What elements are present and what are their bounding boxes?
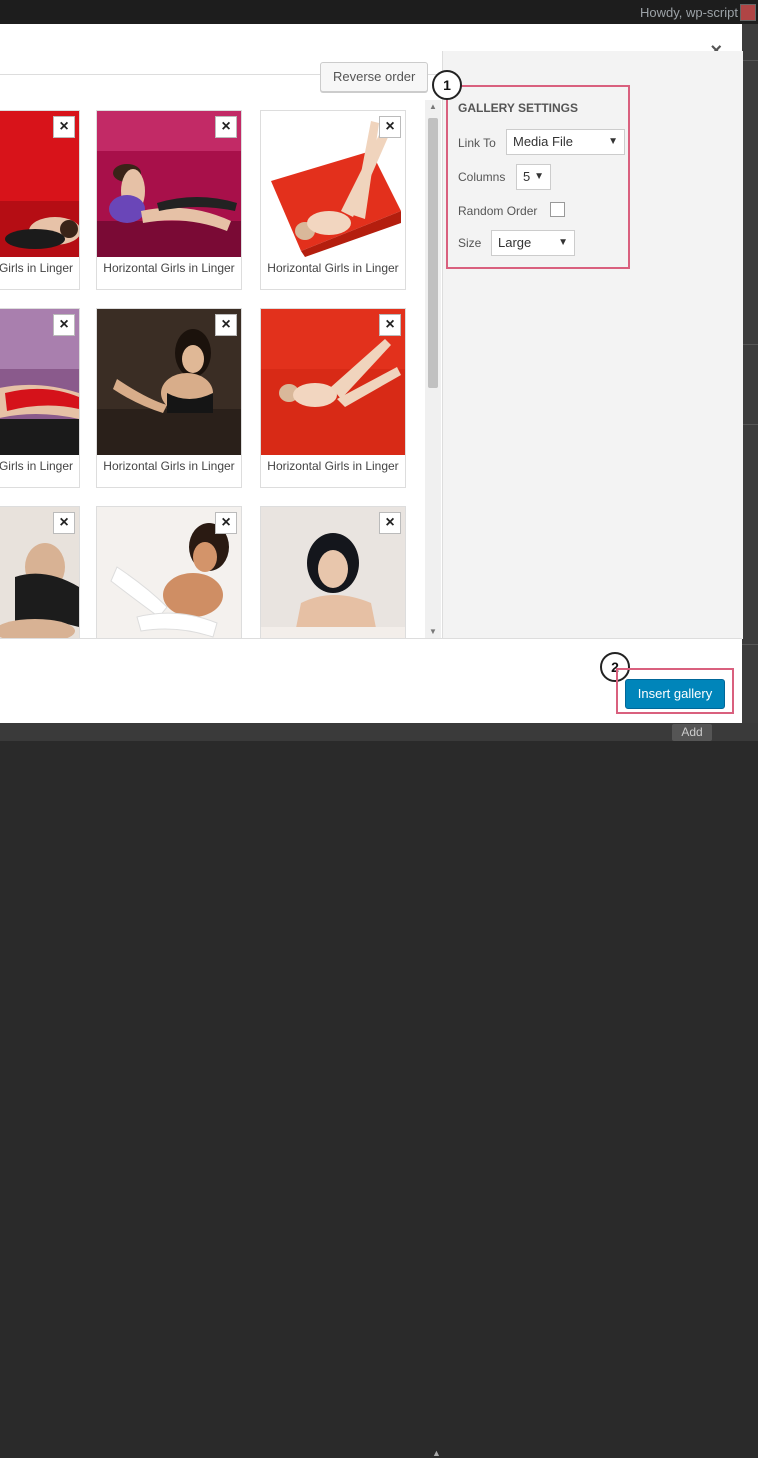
gallery-tile[interactable]: × Horizontal Girls in Linger: [260, 308, 406, 488]
triangle-icon: ▲: [432, 1448, 441, 1458]
link-to-select[interactable]: Media File ▼: [506, 129, 625, 155]
random-order-label: Random Order: [458, 204, 538, 218]
tile-caption: Girls in Linger: [0, 261, 73, 275]
scroll-thumb[interactable]: [428, 118, 438, 388]
admin-bar: Howdy, wp-script: [0, 0, 758, 24]
add-button[interactable]: Add: [672, 724, 712, 741]
scroll-down-icon[interactable]: ▼: [429, 627, 437, 636]
gallery-settings-title: GALLERY SETTINGS: [458, 101, 579, 115]
tile-caption: Horizontal Girls in Linger: [267, 459, 399, 473]
callout-badge-1: 1: [432, 70, 462, 100]
background-page-bottom: ▲ Add: [0, 723, 758, 1458]
gallery-tile[interactable]: × Horizontal Girls in Linger: [96, 110, 242, 290]
background-page-edge: [742, 24, 758, 741]
tile-caption: Horizontal Girls in Linger: [103, 459, 235, 473]
gallery-tile[interactable]: ×: [0, 506, 80, 638]
admin-greeting[interactable]: Howdy, wp-script: [640, 5, 738, 20]
remove-icon[interactable]: ×: [53, 314, 75, 336]
size-value: Large: [498, 235, 532, 250]
columns-value: 5: [523, 169, 531, 184]
remove-icon[interactable]: ×: [379, 314, 401, 336]
gallery-tile[interactable]: × Girls in Linger: [0, 110, 80, 290]
size-label: Size: [458, 236, 482, 250]
avatar[interactable]: [740, 4, 756, 21]
reverse-order-button[interactable]: Reverse order: [320, 62, 429, 92]
tile-caption: Girls in Linger: [0, 459, 73, 473]
random-order-checkbox[interactable]: [550, 202, 565, 217]
gallery-tile[interactable]: × Horizontal Girls in Linger: [260, 110, 406, 290]
remove-icon[interactable]: ×: [379, 116, 401, 138]
gallery-tile[interactable]: × Horizontal Girls in Linger: [96, 308, 242, 488]
remove-icon[interactable]: ×: [215, 512, 237, 534]
remove-icon[interactable]: ×: [379, 512, 401, 534]
gallery-grid: × Girls in Linger × Horizontal Girls in …: [0, 100, 425, 638]
link-to-label: Link To: [458, 136, 496, 150]
gallery-tile[interactable]: × Girls in Linger: [0, 308, 80, 488]
footer-divider: [0, 638, 742, 639]
insert-gallery-button[interactable]: Insert gallery: [625, 679, 725, 709]
remove-icon[interactable]: ×: [53, 512, 75, 534]
link-to-value: Media File: [513, 134, 573, 149]
scroll-up-icon[interactable]: ▲: [429, 102, 437, 111]
dropdown-arrow-icon: ▼: [534, 171, 544, 182]
grid-scrollbar[interactable]: ▲ ▼: [425, 100, 441, 638]
tile-caption: Horizontal Girls in Linger: [267, 261, 399, 275]
gallery-tile[interactable]: ×: [260, 506, 406, 638]
columns-select[interactable]: 5 ▼: [516, 164, 551, 190]
size-select[interactable]: Large ▼: [491, 230, 575, 256]
dropdown-arrow-icon: ▼: [608, 136, 618, 147]
remove-icon[interactable]: ×: [215, 314, 237, 336]
remove-icon[interactable]: ×: [53, 116, 75, 138]
remove-icon[interactable]: ×: [215, 116, 237, 138]
gallery-tile[interactable]: ×: [96, 506, 242, 638]
columns-label: Columns: [458, 170, 506, 184]
dropdown-arrow-icon: ▼: [558, 237, 568, 248]
tile-caption: Horizontal Girls in Linger: [103, 261, 235, 275]
